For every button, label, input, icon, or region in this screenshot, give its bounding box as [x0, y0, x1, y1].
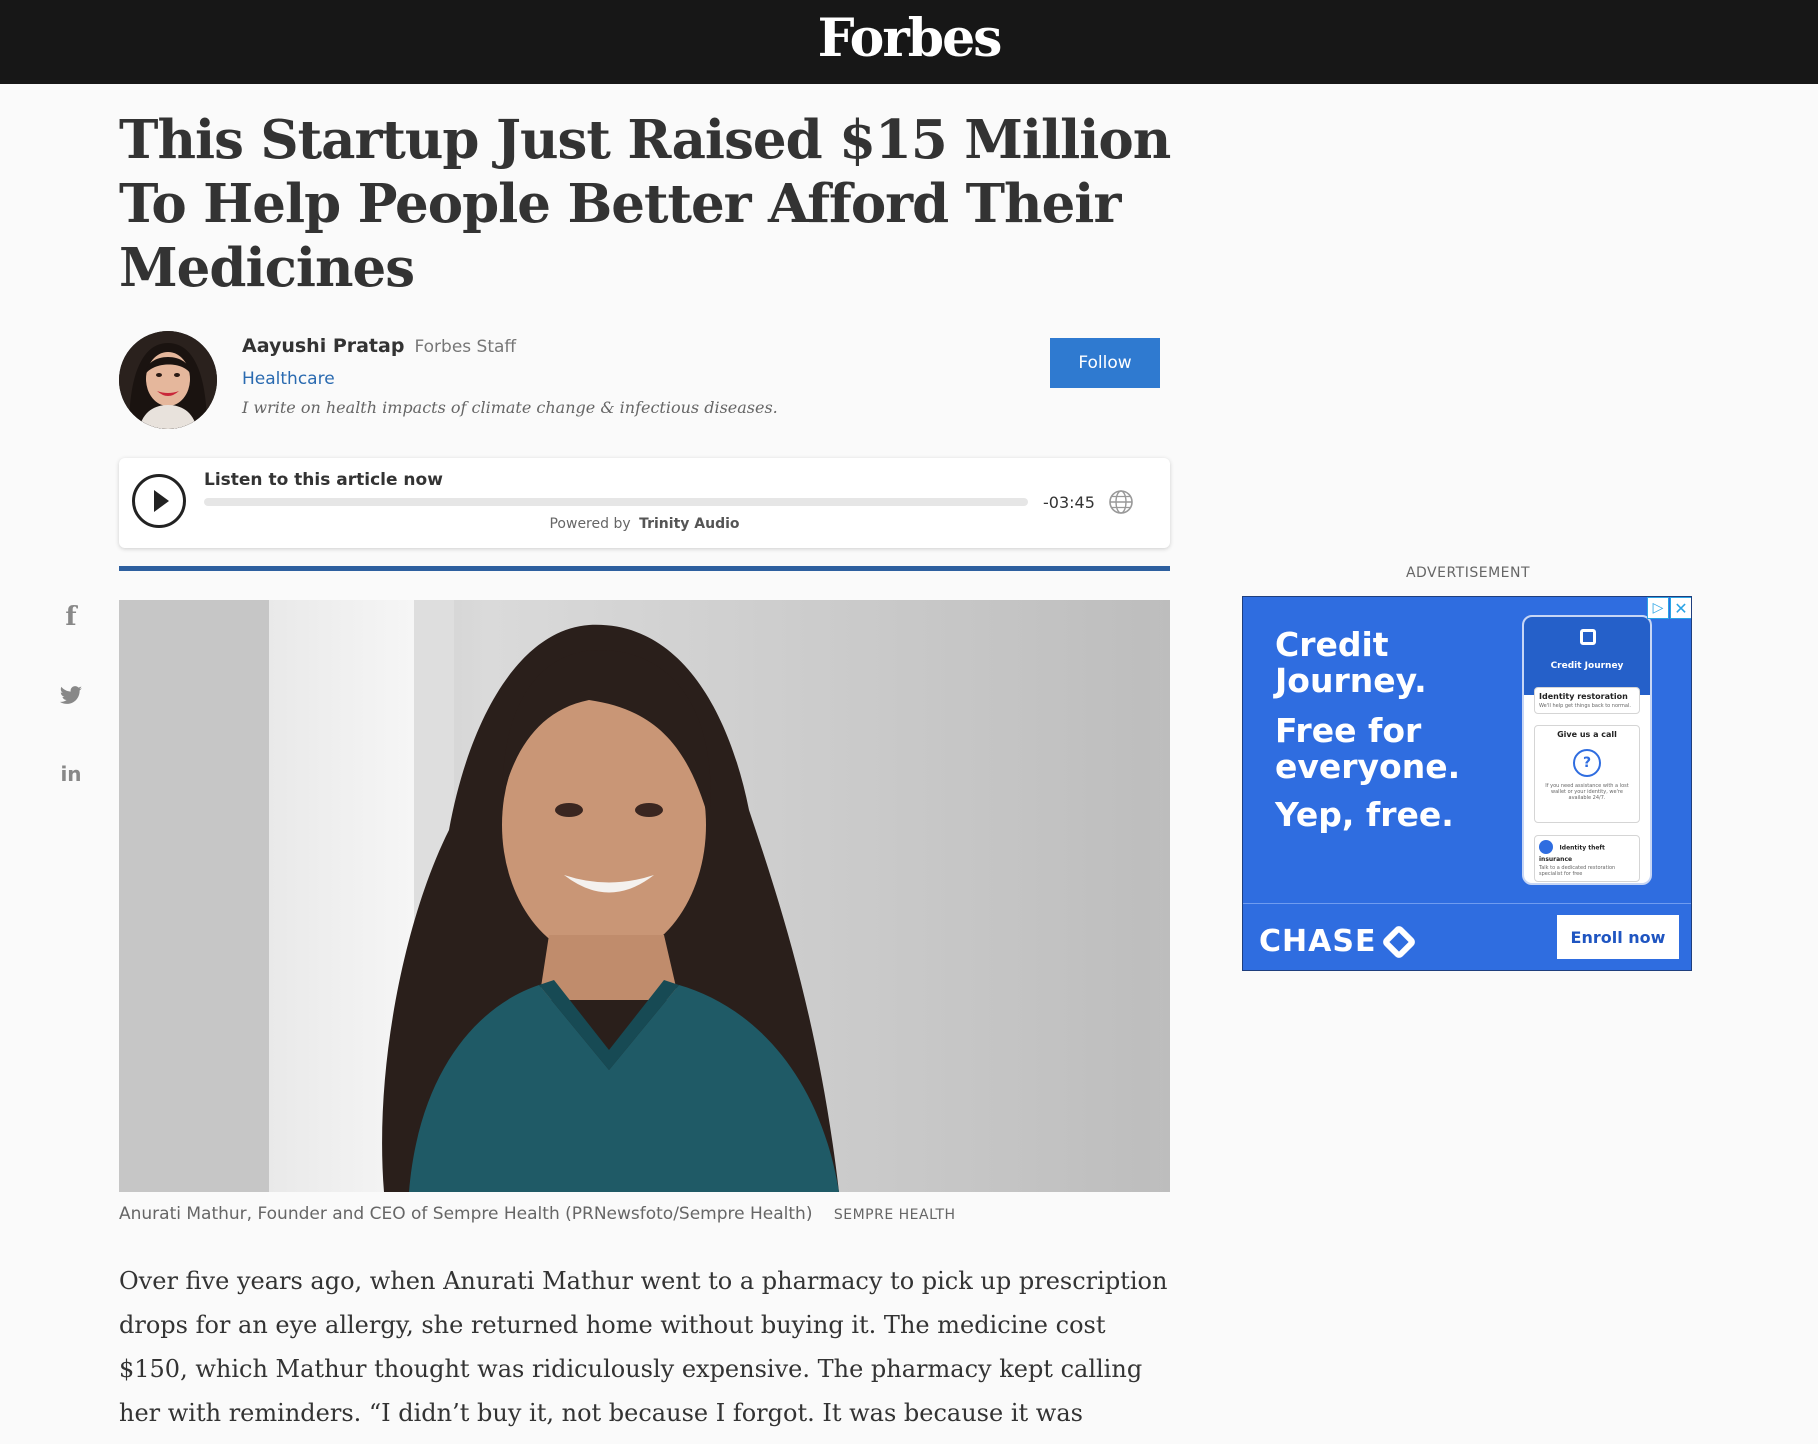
adchoices-icon[interactable]: ▷ [1647, 597, 1669, 619]
author-avatar[interactable] [119, 331, 217, 429]
twitter-icon[interactable] [56, 681, 86, 711]
linkedin-icon[interactable]: in [56, 759, 86, 789]
phone-help-icon: ? [1573, 749, 1601, 777]
author-name[interactable]: Aayushi Pratap [242, 335, 404, 357]
facebook-icon[interactable]: f [56, 602, 86, 632]
caption-text: Anurati Mathur, Founder and CEO of Sempr… [119, 1204, 813, 1224]
audio-provider[interactable]: Trinity Audio [639, 516, 739, 532]
ad-divider [1243, 903, 1691, 904]
powered-by-label: Powered by [549, 516, 631, 532]
ad-card-insurance: Identity theft insurance Talk to a dedic… [1534, 835, 1640, 882]
image-credit: SEMPRE HEALTH [833, 1207, 956, 1223]
chase-advertisement[interactable]: Credit Journey. Free for everyone. Yep, … [1242, 596, 1692, 971]
audio-powered-by: Powered by Trinity Audio [119, 516, 1170, 532]
article-body-paragraph: Over five years ago, when Anurati Mathur… [119, 1267, 1168, 1444]
author-bio: I write on health impacts of climate cha… [242, 398, 778, 417]
ad-card-identity-restoration: Identity restoration We'll help get thin… [1534, 687, 1640, 714]
audio-player: Listen to this article now -03:45 Powere… [119, 458, 1170, 548]
article-hero-image [119, 600, 1170, 1192]
ad-headline: Credit Journey. [1275, 627, 1427, 699]
facebook-glyph: f [65, 602, 77, 632]
ad-sub-line-1: Free for [1275, 711, 1422, 750]
ad-subheadline: Free for everyone. [1275, 713, 1460, 785]
chase-logo: CHASE [1259, 923, 1418, 960]
linkedin-glyph: in [60, 762, 82, 786]
ad-card-text: Talk to a dedicated restoration speciali… [1539, 865, 1616, 877]
advertisement-label: ADVERTISEMENT [1405, 565, 1531, 581]
audio-time-remaining: -03:45 [1043, 493, 1095, 512]
enroll-now-button[interactable]: Enroll now [1557, 915, 1679, 959]
top-nav-bar: Forbes [0, 0, 1818, 84]
ad-headline-line-1: Credit [1275, 625, 1389, 664]
author-role: Forbes Staff [414, 337, 517, 357]
forbes-logo[interactable]: Forbes [0, 8, 1818, 69]
chase-octagon-icon [1580, 629, 1596, 645]
ad-phone-title: Credit Journey [1550, 661, 1624, 671]
article-headline: This Startup Just Raised $15 Million To … [119, 109, 1171, 299]
ad-card-title: Give us a call [1557, 730, 1617, 739]
ad-card-call: Give us a call ? If you need assistance … [1534, 725, 1640, 823]
ad-sub-line-2: everyone. [1275, 747, 1461, 786]
chase-wordmark: CHASE [1259, 924, 1377, 959]
ad-headline-line-2: Journey. [1275, 661, 1427, 700]
image-caption: Anurati Mathur, Founder and CEO of Sempr… [119, 1204, 956, 1224]
globe-icon[interactable] [1108, 489, 1134, 515]
ad-tagline: Yep, free. [1275, 795, 1454, 834]
ad-card-title: Identity restoration [1539, 692, 1628, 701]
author-category-link[interactable]: Healthcare [242, 369, 335, 389]
ad-phone-mockup: Credit Journey Identity restoration We'l… [1522, 615, 1652, 885]
ad-phone-header: Credit Journey [1524, 617, 1650, 695]
audio-progress-bar[interactable] [204, 498, 1028, 506]
close-icon[interactable]: ✕ [1670, 597, 1691, 619]
ad-card-text: We'll help get things back to normal. [1539, 703, 1631, 709]
follow-button[interactable]: Follow [1050, 338, 1160, 388]
audio-title: Listen to this article now [204, 470, 443, 490]
chase-octagon-icon [1381, 923, 1418, 960]
section-divider [119, 566, 1170, 571]
author-line: Aayushi Pratap Forbes Staff [242, 335, 516, 357]
ad-card-text: If you need assistance with a lost walle… [1545, 783, 1629, 801]
shield-icon [1539, 840, 1553, 854]
